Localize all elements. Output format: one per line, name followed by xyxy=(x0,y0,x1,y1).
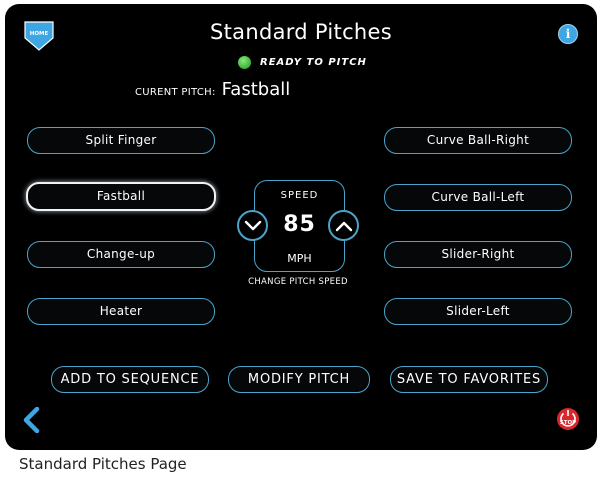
status-light-icon xyxy=(238,56,251,69)
info-button[interactable]: i xyxy=(558,24,578,44)
stop-button[interactable]: STOP xyxy=(556,407,580,431)
chevron-down-icon xyxy=(244,220,261,230)
modify-pitch-button[interactable]: MODIFY PITCH xyxy=(228,366,370,393)
current-pitch-value: Fastball xyxy=(221,79,291,100)
decrease-speed-button[interactable] xyxy=(237,210,268,241)
stop-label: STOP xyxy=(560,420,576,426)
pitch-button-split-finger[interactable]: Split Finger xyxy=(27,127,215,154)
current-pitch: CURENT PITCH: Fastball xyxy=(135,79,290,100)
pitch-button-heater[interactable]: Heater xyxy=(27,298,215,325)
pitch-button-change-up[interactable]: Change-up xyxy=(27,241,215,268)
add-to-sequence-button[interactable]: ADD TO SEQUENCE xyxy=(51,366,209,393)
chevron-up-icon xyxy=(335,221,352,231)
power-stop-icon: STOP xyxy=(557,408,579,430)
info-icon: i xyxy=(565,27,571,41)
page-title: Standard Pitches xyxy=(210,20,392,44)
back-button[interactable] xyxy=(22,406,42,434)
pitch-button-curve-ball-right[interactable]: Curve Ball-Right xyxy=(384,127,572,154)
pitch-button-slider-right[interactable]: Slider-Right xyxy=(384,241,572,268)
app-screen: HOME Standard Pitches i READY TO PITCH C… xyxy=(5,4,597,450)
pitch-button-fastball[interactable]: Fastball xyxy=(26,182,216,211)
chevron-left-icon xyxy=(23,406,40,434)
figure-caption: Standard Pitches Page xyxy=(19,455,187,473)
speed-unit: MPH xyxy=(287,252,312,265)
current-pitch-label: CURENT PITCH: xyxy=(135,87,216,98)
pitch-button-slider-left[interactable]: Slider-Left xyxy=(384,298,572,325)
status-text: READY TO PITCH xyxy=(260,57,367,68)
pitch-button-curve-ball-left[interactable]: Curve Ball-Left xyxy=(384,184,572,211)
change-speed-label: CHANGE PITCH SPEED xyxy=(248,277,348,287)
save-to-favorites-button[interactable]: SAVE TO FAVORITES xyxy=(390,366,548,393)
increase-speed-button[interactable] xyxy=(328,210,359,241)
speed-label: SPEED xyxy=(280,190,319,201)
status-indicator: READY TO PITCH xyxy=(238,56,367,69)
